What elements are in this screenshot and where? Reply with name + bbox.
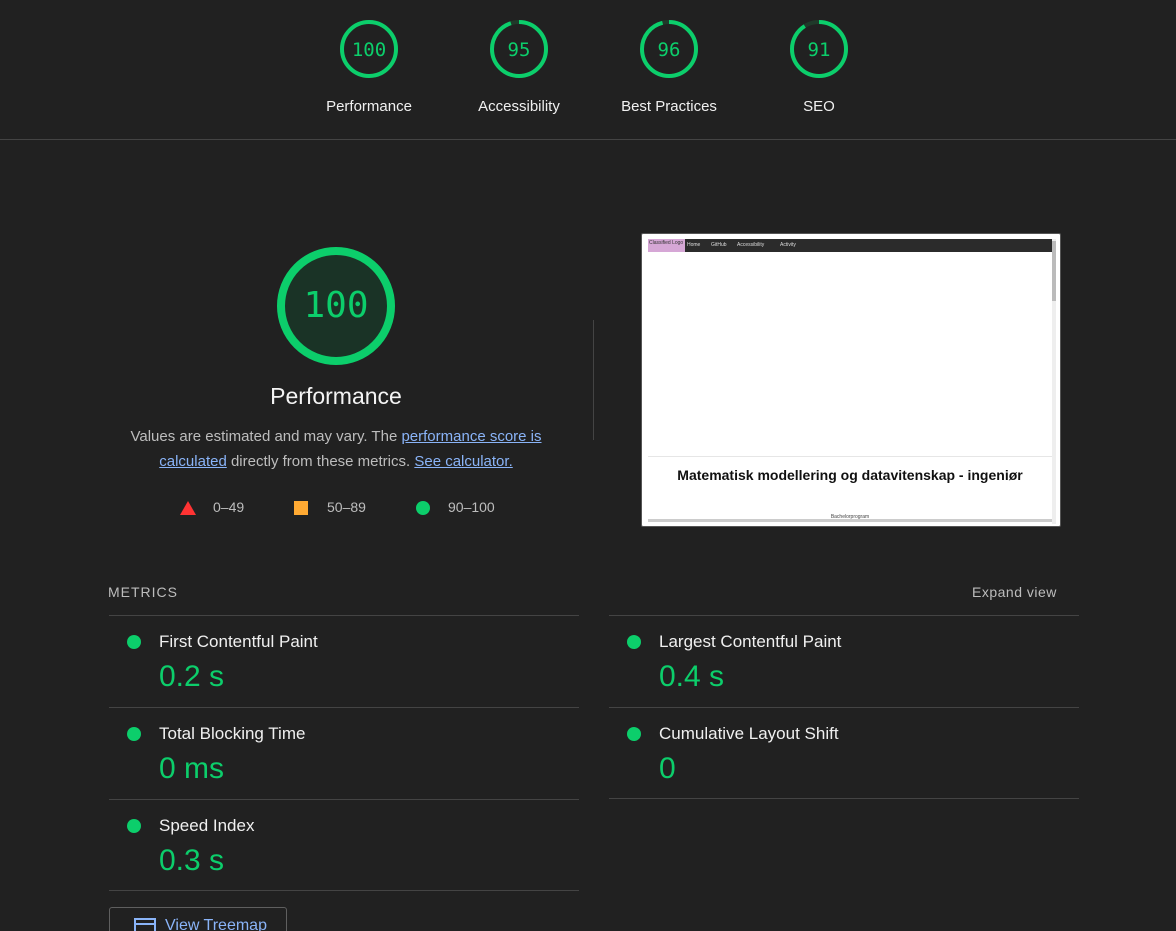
metric-value: 0.4 s [659, 660, 725, 693]
gauge-value: 100 [351, 39, 387, 61]
pass-circle-icon [127, 819, 141, 833]
gauge-best-practices[interactable]: 96 Best Practices [609, 19, 729, 119]
pass-circle-icon [627, 727, 641, 741]
legend-fail-label: 0–49 [213, 499, 245, 515]
metric-title: Total Blocking Time [159, 724, 306, 743]
calculator-link[interactable]: See calculator. [414, 453, 512, 470]
metric-first-contentful-paint: First Contentful Paint 0.2 s [109, 616, 579, 706]
gauge-performance[interactable]: 100 Performance [309, 19, 429, 119]
metric-cumulative-layout-shift: Cumulative Layout Shift 0 [609, 708, 1079, 798]
legend-pass-label: 90–100 [448, 499, 495, 515]
view-treemap-label: View Treemap [165, 917, 267, 931]
average-square-icon [294, 501, 308, 515]
performance-title: Performance [270, 383, 402, 409]
screenshot-nav-link: Home [687, 242, 701, 248]
screenshot-heading: Matematisk modellering og datavitenskap … [677, 467, 1023, 483]
pass-circle-icon [127, 635, 141, 649]
performance-gauge-large: 100 [275, 245, 397, 367]
gauge-label: SEO [803, 98, 835, 115]
pass-circle-icon [127, 727, 141, 741]
screenshot-divider [648, 456, 1052, 457]
gauge-label: Accessibility [478, 98, 560, 115]
metric-title: Largest Contentful Paint [659, 632, 842, 651]
pass-circle-icon [627, 635, 641, 649]
pass-circle-icon [416, 501, 430, 515]
gauge-accessibility[interactable]: 95 Accessibility [459, 19, 579, 119]
gauge-value: 95 [507, 39, 531, 61]
gauge-label: Best Practices [621, 98, 717, 115]
metric-value: 0 ms [159, 752, 225, 785]
metrics-heading: METRICS [108, 584, 178, 600]
screenshot-nav-link: Accessibility [737, 242, 765, 248]
gauge-value: 91 [807, 39, 831, 61]
view-treemap-button[interactable]: View Treemap [109, 907, 287, 931]
performance-score-value: 100 [303, 285, 369, 326]
gauge-value: 96 [657, 39, 681, 61]
screenshot-page: Classified Logo Home GitHub Accessibilit… [648, 239, 1056, 524]
screenshot-logo: Classified Logo [648, 239, 685, 252]
treemap-icon [134, 918, 156, 931]
screenshot-bottom-scrollbar [648, 519, 1052, 522]
lighthouse-report: 100 Performance 95 Accessibility 96 Best [0, 0, 1176, 931]
screenshot-scrollbar [1052, 239, 1056, 524]
metric-value: 0.3 s [159, 844, 225, 877]
metric-speed-index: Speed Index 0.3 s [109, 800, 579, 890]
metric-title: First Contentful Paint [159, 632, 318, 651]
metric-title: Cumulative Layout Shift [659, 724, 839, 743]
fail-triangle-icon [180, 501, 196, 515]
metric-total-blocking-time: Total Blocking Time 0 ms [109, 708, 579, 798]
metric-divider [109, 890, 579, 891]
legend-average-label: 50–89 [327, 499, 366, 515]
score-summary-bar: 100 Performance 95 Accessibility 96 Best [0, 0, 1176, 140]
metric-value: 0.2 s [159, 660, 225, 693]
metric-value: 0 [659, 752, 676, 785]
gauge-label: Performance [326, 98, 412, 115]
screenshot-nav-link: GitHub [711, 242, 727, 248]
description-text: Values are estimated and may vary. The [130, 428, 402, 445]
screenshot-navbar: Classified Logo Home GitHub Accessibilit… [648, 239, 1056, 252]
screenshot-scrollbar-thumb [1052, 241, 1056, 301]
vertical-divider [593, 320, 594, 440]
expand-view-toggle[interactable]: Expand view [972, 584, 1057, 600]
final-screenshot[interactable]: Classified Logo Home GitHub Accessibilit… [641, 233, 1061, 527]
description-text: directly from these metrics. [226, 453, 415, 470]
metric-divider [609, 798, 1079, 799]
metric-title: Speed Index [159, 816, 255, 835]
metric-largest-contentful-paint: Largest Contentful Paint 0.4 s [609, 616, 1079, 706]
gauge-seo[interactable]: 91 SEO [759, 19, 879, 119]
screenshot-nav-link: Activity [780, 242, 796, 248]
performance-description: Values are estimated and may vary. The p… [110, 424, 562, 474]
